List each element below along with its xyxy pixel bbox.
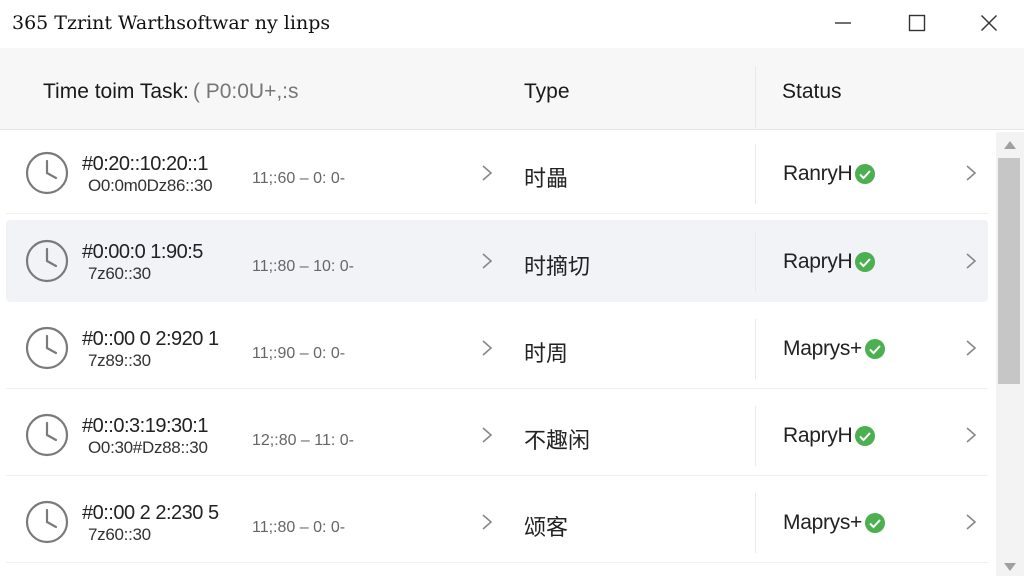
title-bar[interactable]: 365 Tzrint Warthsoftwar ny linps [0, 0, 1024, 48]
task-time-range: 11;:90 – 0: 0- [252, 345, 346, 362]
check-circle-icon [865, 513, 886, 533]
maximize-button[interactable] [880, 0, 954, 46]
check-circle-icon [855, 164, 876, 184]
chevron-right-icon[interactable] [964, 425, 978, 445]
table-row[interactable]: #0::00 0 2:920 1 7z89::30 11;:90 – 0: 0-… [6, 307, 988, 389]
chevron-right-icon[interactable] [480, 251, 494, 271]
task-type: 时摘切 [524, 254, 591, 279]
task-time-secondary: 7z60::30 [88, 525, 151, 544]
status-badge: RapryH [783, 250, 853, 273]
task-time-primary: #0:20::10:20::1 [82, 153, 208, 175]
column-header-time-extra: ( P0:0U+,:s [192, 80, 299, 103]
chevron-right-icon[interactable] [964, 163, 978, 183]
chevron-right-icon[interactable] [964, 251, 978, 271]
close-icon [981, 15, 997, 31]
task-type: 颂客 [524, 515, 569, 540]
minimize-button[interactable] [806, 0, 880, 46]
task-time-range: 11;:80 – 0: 0- [252, 519, 346, 536]
clock-icon [25, 151, 69, 195]
row-divider [755, 493, 756, 553]
status-cell: RapryH [783, 250, 876, 274]
minimize-icon [835, 22, 851, 24]
row-divider [755, 232, 756, 292]
column-header-status[interactable]: Status [782, 80, 842, 104]
column-header-time[interactable]: Time toim Task:( P0:0U+,:s [43, 80, 299, 104]
status-badge: RapryH [783, 424, 853, 447]
row-divider [755, 144, 756, 204]
status-cell: Maprys+ [783, 511, 886, 535]
check-circle-icon [855, 426, 876, 446]
chevron-right-icon[interactable] [480, 163, 494, 183]
clock-icon [25, 239, 69, 283]
task-time-range: 12;:80 – 11: 0- [252, 432, 354, 449]
table-row[interactable]: #0::0:3:19:30:1 O0:30#Dz88::30 12;:80 – … [6, 394, 988, 476]
check-circle-icon [855, 252, 876, 272]
task-time-primary: #0:00:0 1:90:5 [82, 241, 203, 263]
vertical-scrollbar[interactable] [996, 132, 1024, 576]
status-cell: RapryH [783, 424, 876, 448]
status-badge: Maprys+ [783, 511, 863, 534]
window-title: 365 Tzrint Warthsoftwar ny linps [12, 12, 331, 34]
clock-icon [25, 413, 69, 457]
status-badge: RanryH [783, 162, 853, 185]
table-row[interactable]: #0::00 2 2:230 5 7z60::30 11;:80 – 0: 0-… [6, 481, 988, 563]
table-row[interactable]: #0:00:0 1:90:5 7z60::30 11;:80 – 10: 0- … [6, 220, 988, 302]
scrollbar-thumb[interactable] [998, 158, 1020, 384]
chevron-right-icon[interactable] [964, 338, 978, 358]
task-time-primary: #0::00 2 2:230 5 [82, 502, 219, 524]
clock-icon [25, 500, 69, 544]
status-cell: RanryH [783, 162, 876, 186]
task-time-secondary: O0:0m0Dz86::30 [88, 176, 213, 195]
task-time-secondary: O0:30#Dz88::30 [88, 438, 208, 457]
task-type: 时周 [524, 341, 569, 366]
app-window: 365 Tzrint Warthsoftwar ny linps Time to… [0, 0, 1024, 576]
task-list: #0:20::10:20::1 O0:0m0Dz86::30 11;:60 – … [0, 132, 996, 576]
row-divider [755, 319, 756, 379]
task-type: 时畾 [524, 166, 569, 191]
column-divider [755, 66, 756, 128]
row-divider [755, 406, 756, 466]
scroll-down-arrow-icon[interactable] [1003, 562, 1017, 572]
task-type: 不趣闲 [524, 428, 591, 453]
task-time-secondary: 7z60::30 [88, 264, 151, 283]
column-header-type[interactable]: Type [524, 80, 570, 104]
close-button[interactable] [954, 0, 1024, 46]
chevron-right-icon[interactable] [480, 425, 494, 445]
task-time-range: 11;:60 – 0: 0- [252, 170, 346, 187]
chevron-right-icon[interactable] [964, 512, 978, 532]
chevron-right-icon[interactable] [480, 512, 494, 532]
status-badge: Maprys+ [783, 337, 863, 360]
check-circle-icon [865, 339, 886, 359]
maximize-icon [908, 14, 926, 32]
table-row[interactable]: #0:20::10:20::1 O0:0m0Dz86::30 11;:60 – … [6, 132, 988, 214]
column-header-time-label: Time toim Task: [43, 80, 189, 103]
task-time-primary: #0::00 0 2:920 1 [82, 328, 219, 350]
table-header: Time toim Task:( P0:0U+,:s Type Status [0, 48, 1024, 130]
chevron-right-icon[interactable] [480, 338, 494, 358]
task-time-range: 11;:80 – 10: 0- [252, 258, 354, 275]
task-time-secondary: 7z89::30 [88, 351, 151, 370]
task-time-primary: #0::0:3:19:30:1 [82, 415, 208, 437]
status-cell: Maprys+ [783, 337, 886, 361]
scroll-up-arrow-icon[interactable] [1003, 140, 1017, 150]
clock-icon [25, 326, 69, 370]
